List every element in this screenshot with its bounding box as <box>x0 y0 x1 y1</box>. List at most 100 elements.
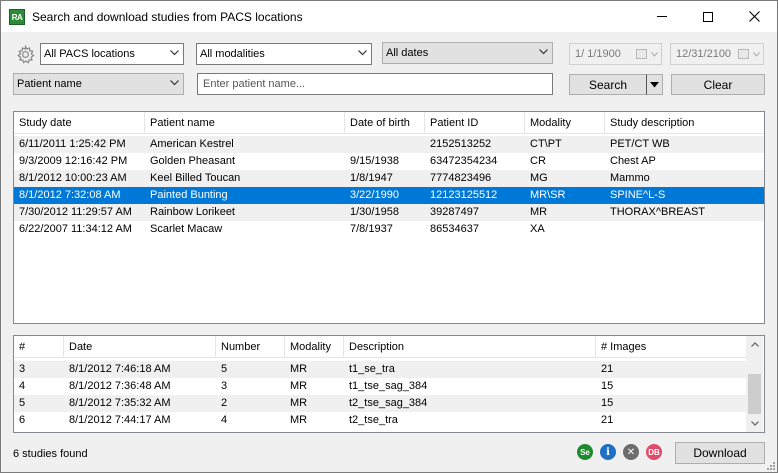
cell-study-description: PET/CT WB <box>610 138 670 150</box>
cell-study-description: THORAX^BREAST <box>610 206 706 218</box>
cell-study-date: 6/11/2011 1:25:42 PM <box>19 138 126 150</box>
cell-patient-name: Keel Billed Toucan <box>150 172 241 184</box>
cell-study-date: 8/1/2012 7:32:08 AM <box>19 189 121 201</box>
cell-series-number: 4 <box>221 414 228 426</box>
study-row[interactable]: 8/1/2012 10:00:23 AM Keel Billed Toucan 1/… <box>14 170 764 187</box>
column-header-study-date[interactable]: Study date <box>14 112 145 134</box>
cell-series-modality: MR <box>290 414 308 426</box>
series-vertical-scrollbar[interactable] <box>746 336 763 432</box>
cell-date-of-birth <box>345 136 425 153</box>
search-options-dropdown[interactable] <box>646 74 663 95</box>
column-header-number-sign[interactable]: # <box>14 336 64 358</box>
scroll-up-button[interactable] <box>746 336 763 353</box>
patient-name-input[interactable] <box>197 73 553 95</box>
column-header-study-description[interactable]: Study description <box>605 112 764 134</box>
pacs-location-select[interactable]: All PACS locations <box>40 43 184 65</box>
cancel-icon[interactable]: ✕ <box>623 444 639 460</box>
series-list[interactable]: # Date Number Modality Description # Ima… <box>13 335 765 433</box>
column-header-series-modality[interactable]: Modality <box>285 336 344 358</box>
maximize-icon <box>703 11 713 22</box>
study-row[interactable]: 8/1/2012 7:32:08 AM Painted Bunting 3/22/1… <box>14 187 764 204</box>
column-header-images[interactable]: # Images <box>596 336 746 358</box>
cell-date-of-birth: 3/22/1990 <box>350 189 399 201</box>
series-row[interactable]: 4 8/1/2012 7:36:48 AM 3 MR t1_tse_sag_384 15 <box>14 378 746 395</box>
chevron-down-icon <box>170 50 179 56</box>
cell-series-number: 2 <box>221 397 228 409</box>
column-header-patient-name[interactable]: Patient name <box>145 112 345 134</box>
chevron-down-icon <box>651 52 658 57</box>
cell-image-count: 15 <box>601 397 614 409</box>
cell-series-description: t2_tse_sag_384 <box>349 397 428 409</box>
column-header-date-of-birth[interactable]: Date of birth <box>345 112 425 134</box>
cell-series-description: t2_tse_tra <box>349 414 398 426</box>
chevron-up-icon <box>750 342 759 347</box>
cell-study-date: 8/1/2012 10:00:23 AM <box>19 172 127 184</box>
cell-patient-name: American Kestrel <box>150 138 234 150</box>
study-row[interactable]: 6/22/2007 11:34:12 AM Scarlet Macaw 7/8/19… <box>14 221 764 238</box>
column-header-date[interactable]: Date <box>64 336 216 358</box>
close-button[interactable] <box>731 1 777 32</box>
cell-modality: CT\PT <box>530 138 562 150</box>
cell-date-of-birth: 9/15/1938 <box>350 155 399 167</box>
column-header-description[interactable]: Description <box>344 336 596 358</box>
cell-patient-id: 2152513252 <box>430 138 492 150</box>
info-icon[interactable]: i <box>600 444 616 460</box>
date-to-picker[interactable]: 12/31/2100 <box>670 43 764 65</box>
gear-icon[interactable] <box>16 45 35 64</box>
cell-patient-id: 12123125512 <box>430 189 498 201</box>
clear-button[interactable]: Clear <box>671 74 765 95</box>
cell-series-description: t1_se_tra <box>349 363 395 375</box>
date-range-select[interactable]: All dates <box>382 42 553 64</box>
modality-select[interactable]: All modalities <box>196 43 372 65</box>
studies-list[interactable]: Study date Patient name Date of birth Pa… <box>13 111 765 324</box>
cell-modality: MR <box>530 206 548 218</box>
study-row[interactable]: 6/11/2011 1:25:42 PM American Kestrel 2152… <box>14 136 764 153</box>
date-from-picker[interactable]: 1/ 1/1900 <box>569 43 662 65</box>
cell-series-date: 8/1/2012 7:44:17 AM <box>69 414 171 426</box>
search-button[interactable]: Search <box>569 74 647 95</box>
download-button[interactable]: Download <box>675 442 765 464</box>
series-row[interactable]: 6 8/1/2012 7:44:17 AM 4 MR t2_tse_tra 21 <box>14 412 746 429</box>
minimize-button[interactable] <box>639 1 685 32</box>
series-status-icon[interactable]: Se <box>577 444 593 460</box>
column-header-patient-id[interactable]: Patient ID <box>425 112 525 134</box>
cell-series-modality: MR <box>290 380 308 392</box>
cell-series-date: 8/1/2012 7:46:18 AM <box>69 363 171 375</box>
cell-study-description: Mammo <box>610 172 650 184</box>
maximize-button[interactable] <box>685 1 731 32</box>
database-icon[interactable]: DB <box>646 444 662 460</box>
cell-date-of-birth: 1/30/1958 <box>350 206 399 218</box>
cell-modality: CR <box>530 155 546 167</box>
scroll-down-button[interactable] <box>746 415 763 432</box>
column-header-modality[interactable]: Modality <box>525 112 605 134</box>
search-field-select[interactable]: Patient name <box>13 73 184 95</box>
cell-series-index: 4 <box>19 380 26 392</box>
studies-header: Study date Patient name Date of birth Pa… <box>14 112 764 134</box>
caret-down-icon <box>650 81 659 87</box>
cell-study-date: 9/3/2009 12:16:42 PM <box>19 155 128 167</box>
cell-series-number: 3 <box>221 380 228 392</box>
cell-study-date: 7/30/2012 11:29:57 AM <box>19 206 132 218</box>
column-header-number[interactable]: Number <box>216 336 285 358</box>
series-scroll-thumb[interactable] <box>748 374 761 414</box>
close-icon <box>748 11 760 22</box>
clear-button-label: Clear <box>703 77 733 92</box>
study-row[interactable]: 9/3/2009 12:16:42 PM Golden Pheasant 9/15/… <box>14 153 764 170</box>
date-to-value: 12/31/2100 <box>676 48 732 60</box>
download-button-label: Download <box>693 446 747 460</box>
study-row[interactable]: 7/30/2012 11:29:57 AM Rainbow Lorikeet 1/3… <box>14 204 764 221</box>
search-button-label: Search <box>588 77 628 92</box>
app-logo-icon: RA <box>9 9 25 25</box>
cell-series-date: 8/1/2012 7:35:32 AM <box>69 397 171 409</box>
cell-date-of-birth: 7/8/1937 <box>350 223 393 235</box>
series-row[interactable]: 5 8/1/2012 7:35:32 AM 2 MR t2_tse_sag_384 15 <box>14 395 746 412</box>
cell-patient-id: 63472354234 <box>430 155 498 167</box>
cell-patient-id: 7774823496 <box>430 172 492 184</box>
cell-modality: XA <box>530 223 545 235</box>
chevron-down-icon <box>170 80 179 86</box>
series-row[interactable]: 3 8/1/2012 7:46:18 AM 5 MR t1_se_tra 21 <box>14 361 746 378</box>
date-range-value: All dates <box>386 47 429 59</box>
resize-grip-icon[interactable] <box>765 460 775 470</box>
date-from-value: 1/ 1/1900 <box>575 48 621 60</box>
cell-modality: MR\SR <box>530 189 566 201</box>
